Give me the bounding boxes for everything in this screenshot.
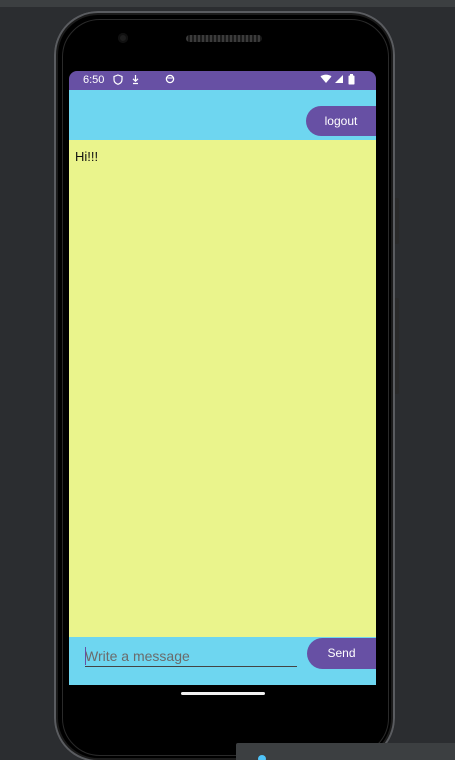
side-panel [236, 743, 455, 760]
send-button[interactable]: Send [307, 638, 376, 669]
speaker-grille [186, 35, 262, 42]
window-top-shade [0, 0, 455, 7]
panel-indicator-icon [258, 755, 266, 760]
phone-screen: 6:50 logout Hi!!! Write a message Send [69, 71, 376, 685]
volume-button [395, 298, 399, 394]
app-bar: logout [69, 90, 376, 140]
chat-message: Hi!!! [75, 149, 99, 164]
message-composer: Send [69, 637, 376, 685]
status-bar: 6:50 [69, 71, 376, 90]
signal-icon [334, 74, 344, 88]
emulator-stage: 6:50 logout Hi!!! Write a message Send [0, 0, 455, 760]
home-gesture-handle[interactable] [181, 692, 265, 695]
message-input[interactable] [85, 646, 297, 667]
status-time: 6:50 [83, 74, 105, 86]
power-button [395, 198, 399, 244]
shield-icon [113, 74, 123, 89]
text-cursor [85, 647, 86, 665]
wifi-icon [320, 74, 332, 88]
logout-button[interactable]: logout [306, 106, 376, 136]
front-camera-icon [118, 33, 128, 43]
download-icon [131, 74, 140, 89]
battery-icon [348, 74, 355, 89]
circle-icon [165, 74, 175, 88]
chat-message-area: Hi!!! [69, 140, 376, 637]
